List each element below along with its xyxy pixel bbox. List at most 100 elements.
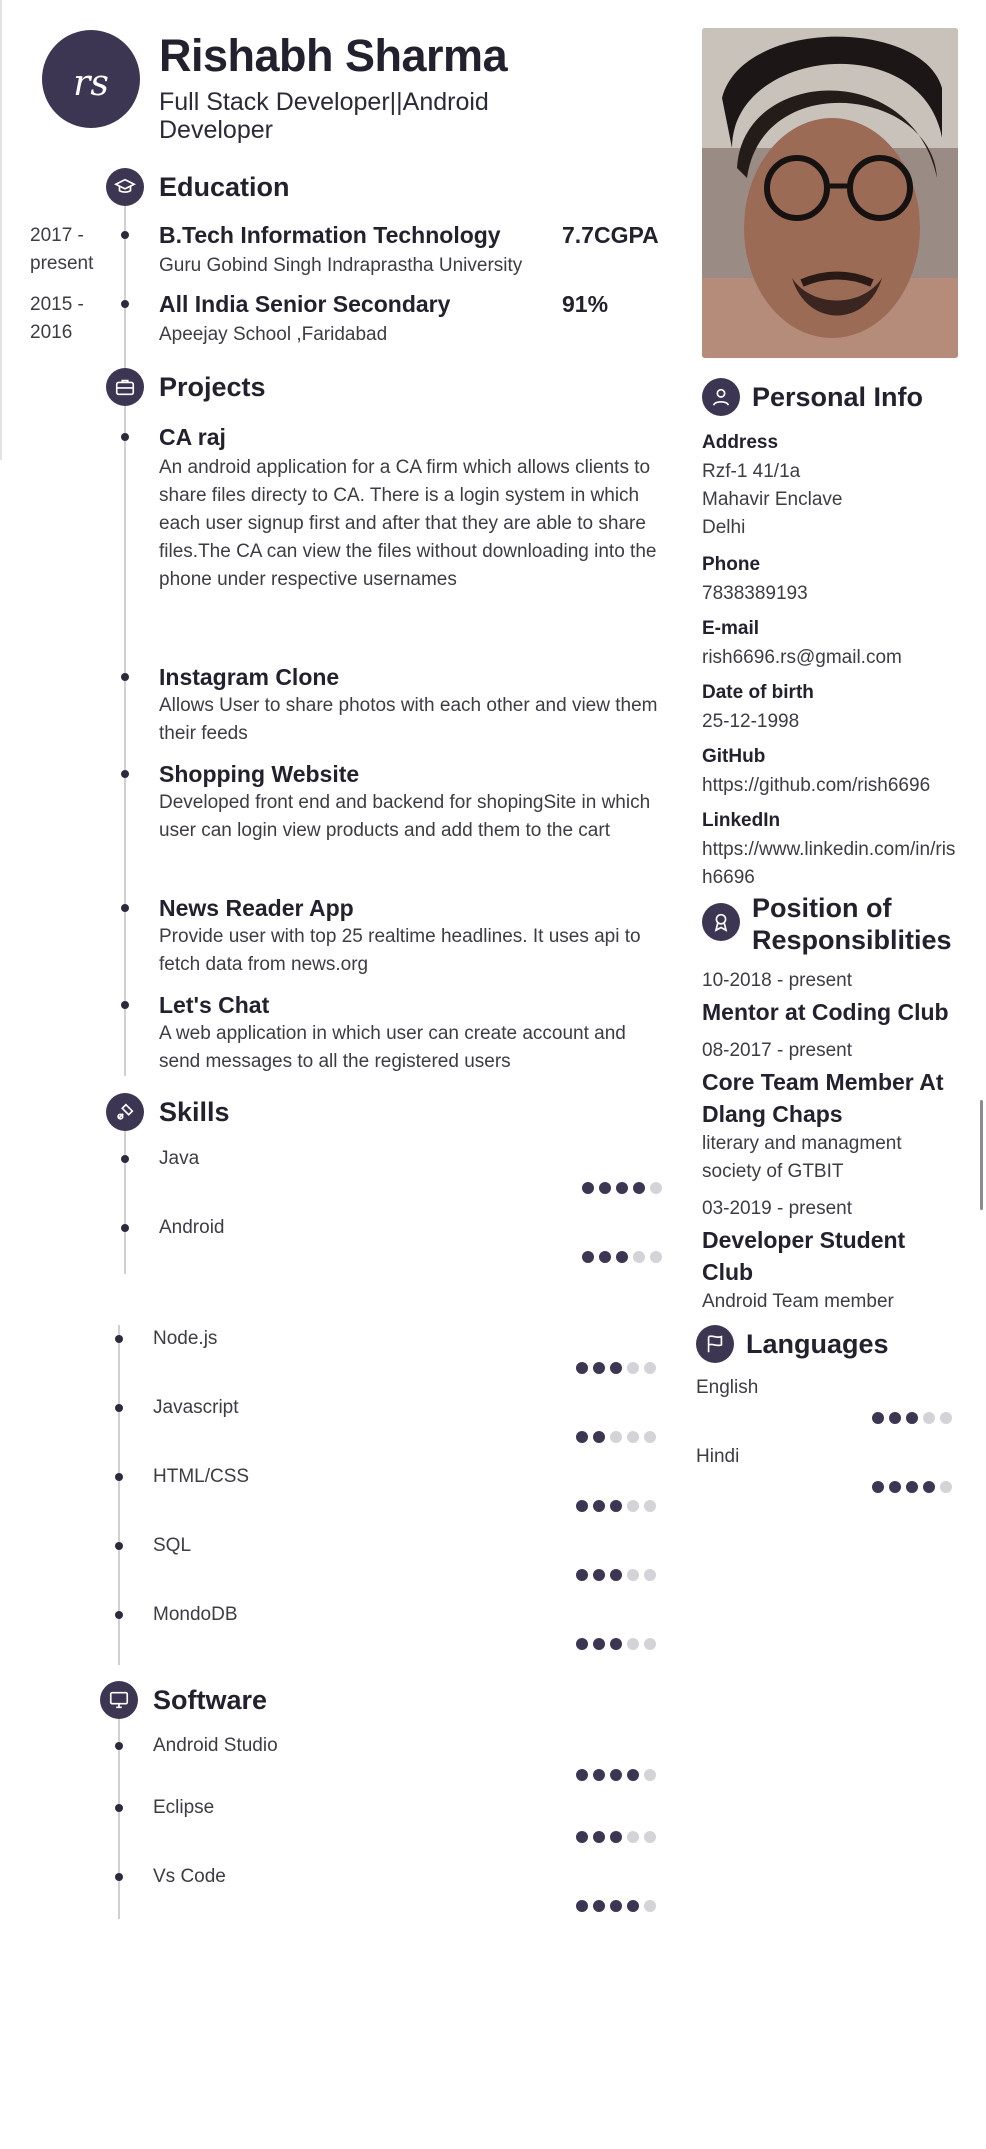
monogram-initials: rs bbox=[73, 62, 109, 104]
rating-dot-empty bbox=[644, 1638, 656, 1650]
rating-dot-filled bbox=[576, 1569, 588, 1581]
skills-timeline bbox=[124, 1131, 126, 1274]
timeline-dot bbox=[115, 1611, 123, 1619]
education-school: Apeejay School ,Faridabad bbox=[159, 324, 388, 345]
rating-dot-filled bbox=[576, 1431, 588, 1443]
scroll-indicator[interactable] bbox=[980, 1100, 983, 1210]
github-link[interactable]: https://github.com/rish6696 bbox=[702, 772, 930, 800]
rating-dot-filled bbox=[906, 1412, 918, 1424]
project-name: Instagram Clone bbox=[159, 664, 340, 690]
software-rating bbox=[576, 1831, 656, 1843]
skill-name: Java bbox=[159, 1148, 200, 1169]
rating-dot-empty bbox=[650, 1251, 662, 1263]
rating-dot-filled bbox=[599, 1182, 611, 1194]
rating-dot-empty bbox=[627, 1431, 639, 1443]
rating-dot-filled bbox=[610, 1638, 622, 1650]
rating-dot-filled bbox=[610, 1769, 622, 1781]
software-name: Android Studio bbox=[153, 1735, 278, 1756]
personal-info-heading: Personal Info bbox=[752, 382, 924, 412]
rating-dot-filled bbox=[576, 1831, 588, 1843]
briefcase-icon bbox=[106, 368, 144, 406]
timeline-dot bbox=[115, 1542, 123, 1550]
project-name: News Reader App bbox=[159, 895, 354, 921]
rating-dot-filled bbox=[872, 1481, 884, 1493]
timeline-dot bbox=[121, 1224, 129, 1232]
linkedin-label: LinkedIn bbox=[702, 810, 781, 831]
github-label: GitHub bbox=[702, 746, 766, 767]
rating-dot-filled bbox=[576, 1769, 588, 1781]
profile-photo-image bbox=[702, 28, 958, 358]
timeline-dot bbox=[121, 231, 129, 239]
rating-dot-filled bbox=[593, 1362, 605, 1374]
rating-dot-empty bbox=[633, 1251, 645, 1263]
flag-icon bbox=[696, 1325, 734, 1363]
skill-rating bbox=[576, 1500, 656, 1512]
page-edge-line bbox=[0, 0, 2, 460]
rating-dot-empty bbox=[650, 1182, 662, 1194]
timeline-dot bbox=[121, 770, 129, 778]
address-line: Rzf-1 41/1a bbox=[702, 461, 801, 482]
education-grade: 7.7CGPA bbox=[562, 222, 659, 248]
project-name: Shopping Website bbox=[159, 761, 360, 787]
timeline-dot bbox=[121, 1155, 129, 1163]
skill-rating bbox=[582, 1182, 662, 1194]
address-line: Mahavir Enclave bbox=[702, 489, 843, 510]
rating-dot-filled bbox=[616, 1182, 628, 1194]
award-icon bbox=[702, 903, 740, 941]
timeline-dot bbox=[115, 1742, 123, 1750]
rating-dot-empty bbox=[644, 1431, 656, 1443]
rating-dot-filled bbox=[616, 1251, 628, 1263]
rating-dot-filled bbox=[610, 1500, 622, 1512]
address-label: Address bbox=[702, 432, 779, 453]
timeline-dot bbox=[115, 1404, 123, 1412]
project-description: Developed front end and backend for shop… bbox=[159, 792, 651, 841]
rating-dot-empty bbox=[644, 1569, 656, 1581]
dob-value: 25-12-1998 bbox=[702, 711, 800, 732]
software-name: Vs Code bbox=[153, 1866, 226, 1887]
timeline-dot bbox=[115, 1473, 123, 1481]
timeline-dot bbox=[115, 1873, 123, 1881]
skill-name: Android bbox=[159, 1217, 225, 1238]
rating-dot-filled bbox=[593, 1431, 605, 1443]
timeline-dot bbox=[121, 300, 129, 308]
education-date: 2015 - 2016 bbox=[30, 294, 84, 343]
timeline-dot bbox=[115, 1335, 123, 1343]
position-description: literary and managment society of GTBIT bbox=[702, 1133, 902, 1182]
rating-dot-filled bbox=[576, 1500, 588, 1512]
projects-heading: Projects bbox=[159, 372, 266, 402]
skill-name: HTML/CSS bbox=[153, 1466, 250, 1487]
timeline-dot bbox=[121, 904, 129, 912]
rating-dot-empty bbox=[940, 1481, 952, 1493]
rating-dot-empty bbox=[627, 1500, 639, 1512]
skill-rating bbox=[576, 1569, 656, 1581]
rating-dot-filled bbox=[576, 1900, 588, 1912]
rating-dot-filled bbox=[923, 1481, 935, 1493]
rating-dot-empty bbox=[644, 1500, 656, 1512]
user-icon bbox=[702, 378, 740, 416]
rating-dot-filled bbox=[872, 1412, 884, 1424]
project-name: CA raj bbox=[159, 424, 226, 450]
rating-dot-empty bbox=[627, 1569, 639, 1581]
puzzle-icon bbox=[106, 1093, 144, 1131]
education-icon bbox=[106, 168, 144, 206]
rating-dot-filled bbox=[610, 1569, 622, 1581]
language-rating bbox=[872, 1481, 952, 1493]
skill-rating bbox=[576, 1431, 656, 1443]
rating-dot-filled bbox=[610, 1362, 622, 1374]
email-value[interactable]: rish6696.rs@gmail.com bbox=[702, 644, 902, 672]
project-description: An android application for a CA firm whi… bbox=[159, 457, 657, 590]
education-school: Guru Gobind Singh Indraprastha Universit… bbox=[159, 255, 523, 276]
rating-dot-filled bbox=[627, 1769, 639, 1781]
position-description: Android Team member bbox=[702, 1291, 894, 1312]
education-date: 2017 - present bbox=[30, 225, 94, 274]
dob-label: Date of birth bbox=[702, 682, 814, 703]
linkedin-link[interactable]: https://www.linkedin.com/in/rish6696 bbox=[702, 836, 962, 892]
project-description: A web application in which user can crea… bbox=[159, 1023, 626, 1072]
software-rating bbox=[576, 1900, 656, 1912]
education-heading: Education bbox=[159, 172, 290, 202]
project-description: Provide user with top 25 realtime headli… bbox=[159, 926, 641, 975]
project-name: Let's Chat bbox=[159, 992, 270, 1018]
education-grade: 91% bbox=[562, 291, 609, 317]
rating-dot-empty bbox=[644, 1769, 656, 1781]
software-name: Eclipse bbox=[153, 1797, 215, 1818]
